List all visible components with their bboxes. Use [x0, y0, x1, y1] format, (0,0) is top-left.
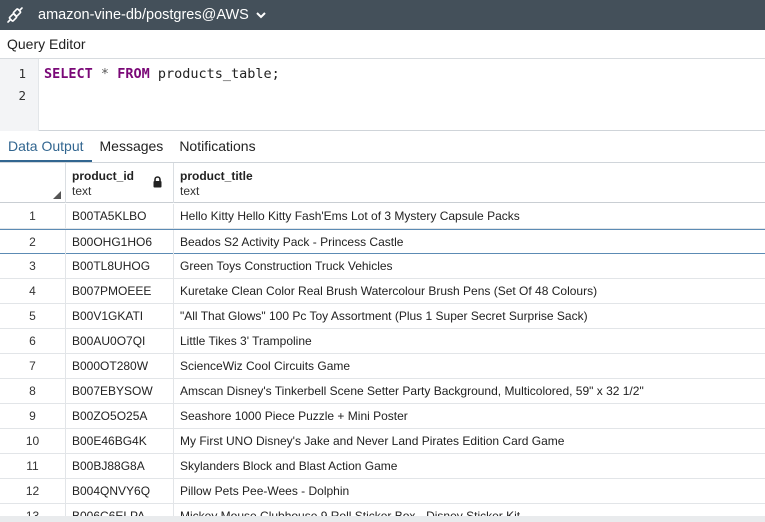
cell-product-id[interactable]: B007EBYSOW — [66, 379, 174, 403]
cell-product-title[interactable]: Kuretake Clean Color Real Brush Watercol… — [174, 279, 765, 303]
cell-product-id[interactable]: B00AU0O7QI — [66, 329, 174, 353]
row-number[interactable]: 12 — [0, 479, 66, 503]
query-editor-label: Query Editor — [0, 30, 765, 59]
row-number[interactable]: 9 — [0, 404, 66, 428]
sort-corner-icon — [53, 191, 61, 199]
cell-product-title[interactable]: Pillow Pets Pee-Wees - Dolphin — [174, 479, 765, 503]
cell-product-title[interactable]: Skylanders Block and Blast Action Game — [174, 454, 765, 478]
lock-icon — [152, 175, 163, 193]
table-row[interactable]: 4 B007PMOEEE Kuretake Clean Color Real Bru… — [0, 279, 765, 304]
table-row[interactable]: 11 B00BJ88G8A Skylanders Block and Blast A… — [0, 454, 765, 479]
column-name: product_id — [72, 169, 134, 183]
row-number[interactable]: 11 — [0, 454, 66, 478]
sql-keyword: FROM — [117, 66, 150, 82]
table-row[interactable]: 1 B00TA5KLBO Hello Kitty Hello Kitty Fash'… — [0, 204, 765, 229]
cell-product-title[interactable]: Hello Kitty Hello Kitty Fash'Ems Lot of … — [174, 204, 765, 228]
connection-plug-icon[interactable] — [0, 0, 30, 30]
row-number[interactable]: 3 — [0, 254, 66, 278]
connection-title[interactable]: amazon-vine-db/postgres@AWS — [38, 7, 249, 23]
row-number[interactable]: 4 — [0, 279, 66, 303]
tab-notifications[interactable]: Notifications — [171, 131, 263, 162]
sql-operator: * — [100, 66, 110, 82]
cell-product-title[interactable]: Green Toys Construction Truck Vehicles — [174, 254, 765, 278]
sql-keyword: SELECT — [44, 66, 93, 82]
horizontal-scrollbar[interactable] — [0, 516, 765, 522]
cell-product-id[interactable]: B00BJ88G8A — [66, 454, 174, 478]
row-number-header[interactable] — [0, 163, 66, 203]
code-line[interactable]: SELECT * FROM products_table; — [44, 66, 280, 82]
row-number[interactable]: 1 — [0, 204, 66, 228]
row-number[interactable]: 6 — [0, 329, 66, 353]
table-row[interactable]: 10 B00E46BG4K My First UNO Disney's Jake a… — [0, 429, 765, 454]
tab-data-output[interactable]: Data Output — [0, 131, 92, 162]
column-header-product-id[interactable]: product_id text — [66, 163, 174, 203]
line-number: 2 — [18, 88, 26, 103]
row-number[interactable]: 10 — [0, 429, 66, 453]
cell-product-title[interactable]: ScienceWiz Cool Circuits Game — [174, 354, 765, 378]
table-row[interactable]: 6 B00AU0O7QI Little Tikes 3' Trampoline — [0, 329, 765, 354]
sql-editor[interactable]: 1 2 SELECT * FROM products_table; — [0, 59, 765, 131]
row-number[interactable]: 2 — [0, 230, 66, 254]
cell-product-id[interactable]: B00OHG1HO6 — [66, 230, 174, 254]
cell-product-id[interactable]: B00V1GKATI — [66, 304, 174, 328]
table-row[interactable]: 3 B00TL8UHOG Green Toys Construction Truck… — [0, 254, 765, 279]
column-name: product_title — [180, 169, 253, 183]
cell-product-id[interactable]: B00ZO5O25A — [66, 404, 174, 428]
connection-titlebar[interactable]: amazon-vine-db/postgres@AWS — [0, 0, 765, 30]
column-type: text — [72, 184, 92, 198]
cell-product-id[interactable]: B000OT280W — [66, 354, 174, 378]
table-row[interactable]: 5 B00V1GKATI "All That Glows" 100 Pc Toy A… — [0, 304, 765, 329]
cell-product-id[interactable]: B00E46BG4K — [66, 429, 174, 453]
cell-product-id[interactable]: B007PMOEEE — [66, 279, 174, 303]
cell-product-id[interactable]: B004QNVY6Q — [66, 479, 174, 503]
cell-product-title[interactable]: Little Tikes 3' Trampoline — [174, 329, 765, 353]
row-number[interactable]: 5 — [0, 304, 66, 328]
grid-header: product_id text product_title text — [0, 163, 765, 203]
cell-product-id[interactable]: B00TL8UHOG — [66, 254, 174, 278]
column-header-product-title[interactable]: product_title text — [174, 163, 765, 203]
table-row[interactable]: 2 B00OHG1HO6 Beados S2 Activity Pack - Pri… — [0, 229, 765, 254]
row-number[interactable]: 8 — [0, 379, 66, 403]
row-number[interactable]: 7 — [0, 354, 66, 378]
sql-identifier: products_table; — [157, 66, 280, 82]
table-row[interactable]: 12 B004QNVY6Q Pillow Pets Pee-Wees - Dolph… — [0, 479, 765, 504]
cell-product-id[interactable]: B00TA5KLBO — [66, 204, 174, 228]
line-number-gutter: 1 2 — [0, 59, 39, 131]
cell-product-title[interactable]: "All That Glows" 100 Pc Toy Assortment (… — [174, 304, 765, 328]
cell-product-title[interactable]: Beados S2 Activity Pack - Princess Castl… — [174, 230, 765, 254]
output-tabs: Data Output Messages Notifications — [0, 132, 765, 163]
column-type: text — [180, 184, 200, 198]
cell-product-title[interactable]: Amscan Disney's Tinkerbell Scene Setter … — [174, 379, 765, 403]
line-number: 1 — [18, 66, 26, 81]
cell-product-title[interactable]: Seashore 1000 Piece Puzzle + Mini Poster — [174, 404, 765, 428]
table-row[interactable]: 7 B000OT280W ScienceWiz Cool Circuits Game — [0, 354, 765, 379]
table-row[interactable]: 8 B007EBYSOW Amscan Disney's Tinkerbell Sc… — [0, 379, 765, 404]
table-row[interactable]: 9 B00ZO5O25A Seashore 1000 Piece Puzzle + … — [0, 404, 765, 429]
cell-product-title[interactable]: My First UNO Disney's Jake and Never Lan… — [174, 429, 765, 453]
tab-messages[interactable]: Messages — [92, 131, 172, 162]
chevron-down-icon[interactable] — [255, 10, 267, 20]
